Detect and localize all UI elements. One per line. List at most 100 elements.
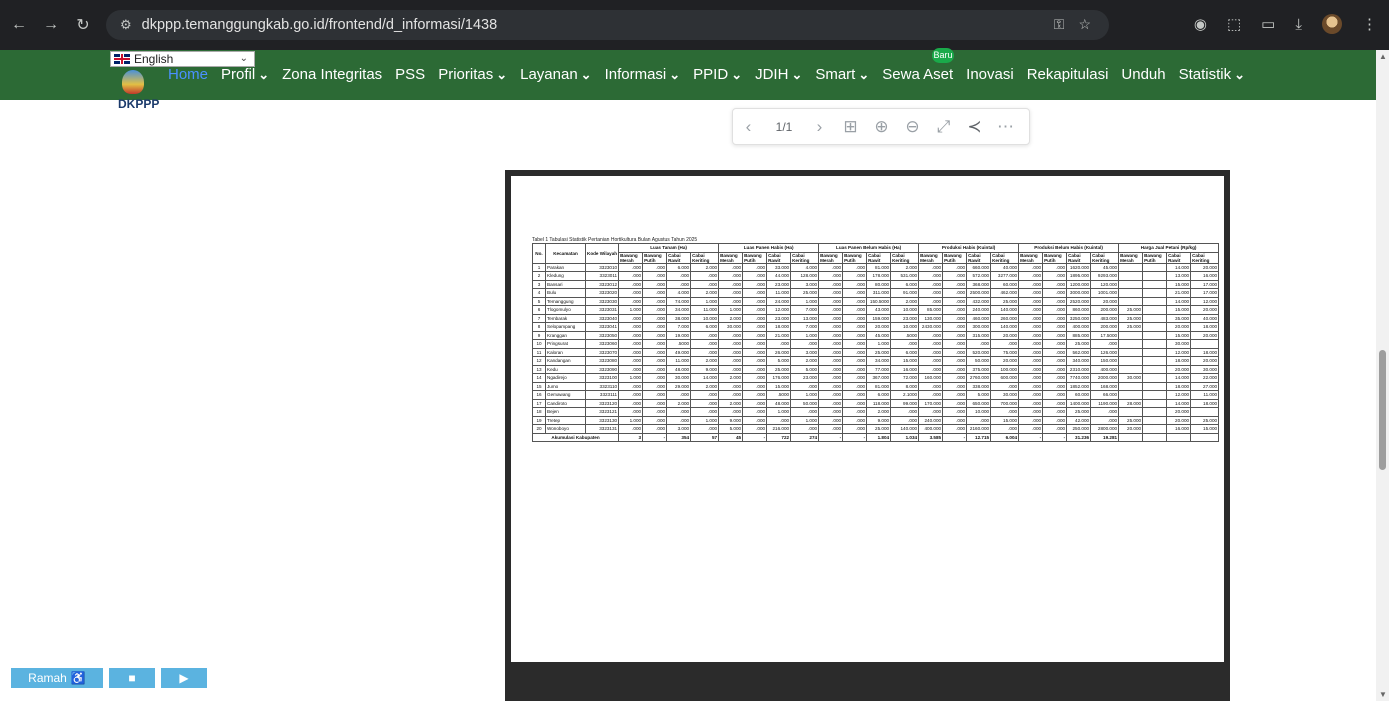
play-button[interactable]: ▶: [161, 668, 207, 688]
menu-item-unduh[interactable]: Unduh: [1121, 66, 1165, 83]
table-cell: 19.000: [666, 330, 692, 340]
table-cell: .000: [842, 288, 868, 298]
table-row: 16 Gemawang 3323111.000.000.000.000.000.00…: [532, 390, 1220, 400]
accessibility-bar: Ramah ♿ ■ ▶: [11, 668, 207, 688]
menu-item-sewa-aset[interactable]: Sewa Aset: [882, 66, 953, 83]
table-cell: 30.000: [1190, 364, 1220, 374]
more-icon[interactable]: ⋯: [990, 117, 1021, 137]
total-cell: 12.715: [966, 432, 992, 442]
share-icon[interactable]: ≺: [959, 117, 990, 137]
table-cell: 24.000: [766, 296, 792, 306]
table-row: 11 Kaloran 3323070.000.000 49.000.000.000.0…: [532, 347, 1220, 357]
menu-item-prioritas[interactable]: Prioritas ⌄: [438, 66, 507, 83]
table-cell: 30.000: [990, 390, 1020, 400]
table-cell: .000: [718, 390, 744, 400]
table-cell: 2.1000: [890, 390, 920, 400]
table-cell: 1: [532, 262, 546, 272]
prev-page-icon[interactable]: ‹: [733, 117, 764, 137]
table-cell: [1142, 279, 1168, 289]
next-page-icon[interactable]: ›: [804, 117, 835, 137]
table-cell: 20.000: [1166, 415, 1192, 425]
zoom-in-icon[interactable]: ⊕: [866, 117, 897, 137]
reading-mode-icon[interactable]: ▭: [1261, 15, 1275, 33]
table-cell: 25.000: [1066, 407, 1092, 417]
profile-avatar[interactable]: [1322, 14, 1342, 34]
col-kode-wilayah: Kode Wilayah: [584, 243, 620, 264]
table-cell: 38.000: [666, 313, 692, 323]
menu-item-informasi[interactable]: Informasi ⌄: [605, 66, 681, 83]
scroll-down-icon[interactable]: ▼: [1379, 690, 1387, 699]
language-select[interactable]: English ⌄: [110, 51, 255, 67]
table-cell: .000: [942, 288, 968, 298]
table-cell: .000: [842, 305, 868, 315]
table-cell: 42.000: [1066, 415, 1092, 425]
back-icon[interactable]: ←: [6, 16, 32, 34]
table-cell: .000: [818, 313, 844, 323]
table-cell: .000: [618, 390, 644, 400]
table-cell: 170.000: [918, 398, 944, 408]
pdf-viewer[interactable]: Tabel 1 Tabulasi Statistik Pertanian Hor…: [505, 170, 1230, 701]
table-cell: .000: [1018, 305, 1044, 315]
page-scrollbar[interactable]: ▲ ▼: [1376, 50, 1389, 701]
camera-icon[interactable]: ◉: [1194, 15, 1207, 33]
menu-item-smart[interactable]: Smart ⌄: [815, 66, 869, 83]
table-cell: 43.000: [866, 305, 892, 315]
browser-menu-icon[interactable]: ⋮: [1362, 15, 1377, 33]
url-text[interactable]: dkppp.temanggungkab.go.id/frontend/d_inf…: [142, 17, 498, 33]
table-cell: .000: [1018, 381, 1044, 391]
table-cell: 140.000: [990, 322, 1020, 332]
menu-item-inovasi[interactable]: Inovasi: [966, 66, 1014, 83]
table-cell: 2.000: [690, 381, 720, 391]
menu-item-layanan[interactable]: Layanan ⌄: [520, 66, 591, 83]
table-cell: 5.000: [718, 424, 744, 434]
table-cell: 1.000: [790, 390, 820, 400]
ramah-button[interactable]: Ramah ♿: [11, 668, 103, 688]
menu-item-profil[interactable]: Profil ⌄: [221, 66, 269, 83]
table-cell: .000: [618, 424, 644, 434]
thumbnails-icon[interactable]: ⊞: [835, 117, 866, 137]
table-cell: 75.000: [990, 347, 1020, 357]
table-cell: Kandangan: [545, 356, 586, 366]
menu-item-pss[interactable]: PSS: [395, 66, 425, 83]
sub-header: Bawang Merah: [918, 251, 944, 264]
menu-item-statistik[interactable]: Statistik ⌄: [1179, 66, 1245, 83]
extensions-icon[interactable]: ⬚: [1227, 15, 1241, 33]
scroll-up-icon[interactable]: ▲: [1379, 52, 1387, 61]
menu-item-jdih[interactable]: JDIH ⌄: [755, 66, 802, 83]
menu-item-rekapitulasi[interactable]: Rekapitulasi: [1027, 66, 1109, 83]
menu-item-home[interactable]: Home: [168, 66, 208, 83]
reload-icon[interactable]: ↻: [70, 15, 96, 35]
table-cell: 1895.000: [1066, 271, 1092, 281]
scrollbar-thumb[interactable]: [1379, 350, 1386, 470]
table-cell: [1142, 381, 1168, 391]
menu-item-zona-integritas[interactable]: Zona Integritas: [282, 66, 382, 83]
table-cell: 25.000: [866, 347, 892, 357]
stop-button[interactable]: ■: [109, 668, 155, 688]
zoom-out-icon[interactable]: ⊖: [897, 117, 928, 137]
site-info-icon[interactable]: ⚙: [120, 17, 132, 33]
chevron-down-icon: ⌄: [669, 67, 681, 82]
table-cell: .000: [618, 322, 644, 332]
table-cell: 3323080: [584, 356, 620, 366]
table-cell: .000: [942, 381, 968, 391]
download-icon[interactable]: ⤓: [1295, 16, 1302, 33]
table-cell: 15.000: [990, 415, 1020, 425]
table-cell: 240.000: [966, 305, 992, 315]
table-cell: 1400.000: [1066, 398, 1092, 408]
table-cell: .000: [742, 364, 768, 374]
table-cell: 19: [532, 415, 546, 425]
total-cell: 6.004: [990, 432, 1020, 442]
table-cell: .000: [642, 330, 668, 340]
address-bar[interactable]: ⚙ dkppp.temanggungkab.go.id/frontend/d_i…: [106, 10, 1109, 40]
total-label: Akumulasi Kabupaten: [531, 432, 620, 442]
fullscreen-icon[interactable]: ⤢: [928, 117, 959, 137]
table-cell: .000: [718, 356, 744, 366]
menu-item-ppid[interactable]: PPID ⌄: [693, 66, 742, 83]
dkppp-logo-icon[interactable]: [122, 70, 144, 94]
table-cell: 126.000: [1090, 347, 1120, 357]
forward-icon[interactable]: →: [38, 16, 64, 34]
table-cell: 6.000: [890, 279, 920, 289]
bookmark-star-icon[interactable]: ☆: [1078, 16, 1091, 33]
table-cell: 15.000: [890, 356, 920, 366]
password-key-icon[interactable]: ⚿: [1054, 16, 1065, 33]
